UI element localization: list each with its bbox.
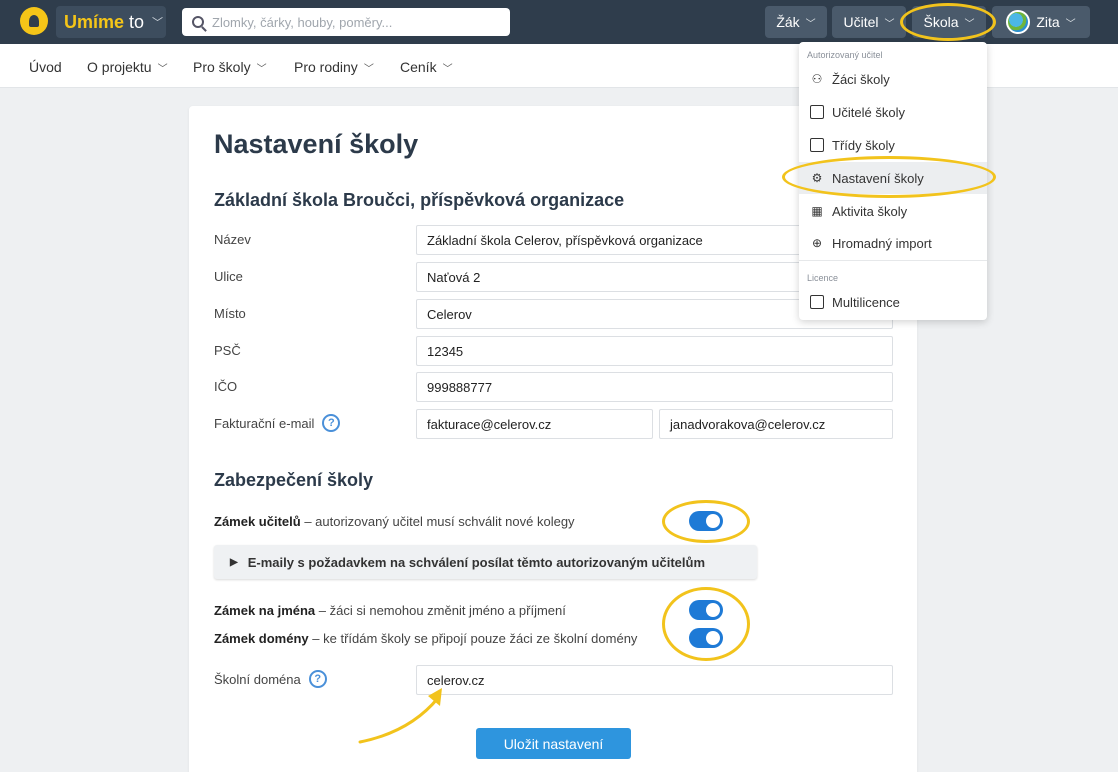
name-lock-desc: – žáci si nemohou změnit jméno a příjmen…: [315, 603, 566, 618]
save-settings-button[interactable]: Uložit nastavení: [476, 728, 631, 759]
chevron-down-icon: ﹀: [1065, 18, 1076, 30]
approval-emails-details[interactable]: ▶ E-maily s požadavkem na schválení posí…: [214, 545, 757, 579]
users-icon: ⚇: [811, 72, 823, 86]
chevron-down-icon: ﹀: [805, 18, 816, 30]
help-icon[interactable]: ?: [322, 414, 341, 432]
ico-label: IČO: [214, 379, 238, 394]
name-lock-toggle[interactable]: [689, 600, 723, 620]
name-lock-text: Zámek na jména – žáci si nemohou změnit …: [214, 603, 566, 618]
nav-pro-skoly[interactable]: Pro školy ﹀: [193, 59, 267, 75]
menu-item-aktivita-skoly[interactable]: ▦ Aktivita školy: [799, 195, 987, 227]
logo[interactable]: [20, 7, 48, 35]
school-name-heading: Základní škola Broučci, příspěvková orga…: [214, 190, 625, 210]
domain-label: Školní doména: [214, 671, 301, 687]
domain-lock-text: Zámek domény – ke třídám školy se připoj…: [214, 631, 637, 646]
menu-item-hromadny-import[interactable]: ⊕ Hromadný import: [799, 227, 987, 259]
email-label-row: Fakturační e-mail ?: [214, 414, 341, 432]
nav-pro-rodiny-label: Pro rodiny: [294, 59, 358, 75]
nav-cenik[interactable]: Ceník ﹀: [400, 59, 453, 75]
dropdown-divider: [799, 260, 987, 261]
triangle-right-icon: ▶: [230, 556, 238, 568]
menu-item-multilicence[interactable]: Multilicence: [799, 286, 987, 318]
teacher-lock-desc: – autorizovaný učitel musí schválit nové…: [300, 514, 575, 529]
brand-name-part2: to: [129, 11, 145, 32]
nav-uvod-label: Úvod: [29, 59, 62, 75]
billing-email-2-input[interactable]: janadvorakova@celerov.cz: [659, 409, 893, 439]
domain-lock-toggle[interactable]: [689, 628, 723, 648]
chevron-down-icon: ﹀: [964, 18, 975, 30]
menu-item-import-label: Hromadný import: [832, 235, 932, 251]
psc-label: PSČ: [214, 343, 241, 358]
chevron-down-icon: ﹀: [152, 17, 164, 29]
menu-item-nastaveni-label: Nastavení školy: [832, 170, 924, 186]
menu-item-zaci-label: Žáci školy: [832, 71, 890, 87]
nav-pro-skoly-label: Pro školy: [193, 59, 251, 75]
class-icon: [810, 138, 824, 152]
lightbulb-icon: [20, 7, 48, 35]
dropdown-section-authorized: Autorizovaný učitel: [807, 50, 883, 60]
arrow-annotation-icon: [358, 688, 442, 744]
billing-email-1-input[interactable]: fakturace@celerov.cz: [416, 409, 653, 439]
menu-item-tridy-skoly[interactable]: Třídy školy: [799, 129, 987, 161]
brand-name-part1: Umíme: [64, 11, 125, 32]
chevron-down-icon: ﹀: [256, 63, 267, 75]
nav-cenik-label: Ceník: [400, 59, 437, 75]
ico-input[interactable]: 999888777: [416, 372, 893, 402]
menu-item-nastaveni-skoly[interactable]: ⚙ Nastavení školy: [799, 162, 987, 194]
psc-input[interactable]: 12345: [416, 336, 893, 366]
search-box[interactable]: [182, 8, 510, 36]
nav-pro-rodiny[interactable]: Pro rodiny ﹀: [294, 59, 374, 75]
user-menu-button[interactable]: Zita ﹀: [992, 6, 1090, 38]
school-domain-input[interactable]: celerov.cz: [416, 665, 893, 695]
menu-item-multilicence-label: Multilicence: [832, 294, 900, 310]
skola-label: Škola: [923, 14, 959, 30]
ulice-label: Ulice: [214, 269, 243, 284]
domain-lock-title: Zámek domény: [214, 631, 309, 646]
gear-icon: ⚙: [811, 171, 823, 185]
ucitel-menu-button[interactable]: Učitel ﹀: [832, 6, 906, 38]
nav-o-projektu[interactable]: O projektu ﹀: [87, 59, 168, 75]
nav-o-projektu-label: O projektu: [87, 59, 152, 75]
menu-item-tridy-label: Třídy školy: [832, 137, 895, 153]
calendar-icon: [810, 295, 824, 309]
chevron-down-icon: ﹀: [442, 63, 453, 75]
nazev-label: Název: [214, 232, 251, 247]
menu-item-ucitele-label: Učitelé školy: [832, 104, 905, 120]
name-lock-title: Zámek na jména: [214, 603, 316, 618]
skola-menu-button[interactable]: Škola ﹀: [912, 6, 986, 38]
domain-lock-desc: – ke třídám školy se připojí pouze žáci …: [308, 631, 638, 646]
menu-item-ucitele-skoly[interactable]: Učitelé školy: [799, 96, 987, 128]
menu-item-zaci-skoly[interactable]: ⚇ Žáci školy: [799, 63, 987, 95]
teacher-lock-toggle[interactable]: [689, 511, 723, 531]
zak-label: Žák: [776, 14, 800, 30]
nav-uvod[interactable]: Úvod: [29, 59, 62, 75]
dropdown-section-licence: Licence: [807, 273, 839, 283]
search-input[interactable]: [212, 14, 492, 30]
help-icon[interactable]: ?: [308, 670, 327, 688]
teacher-lock-title: Zámek učitelů: [214, 514, 301, 529]
page-title: Nastavení školy: [214, 129, 419, 159]
domain-label-row: Školní doména ?: [214, 670, 327, 688]
chevron-down-icon: ﹀: [157, 63, 168, 75]
chevron-down-icon: ﹀: [884, 18, 895, 30]
activity-chart-icon: ▦: [811, 204, 823, 218]
ucitel-label: Učitel: [843, 14, 879, 30]
avatar: [1006, 10, 1031, 34]
teacher-lock-text: Zámek učitelů – autorizovaný učitel musí…: [214, 514, 575, 529]
email-label: Fakturační e-mail: [214, 415, 315, 431]
menu-item-aktivita-label: Aktivita školy: [832, 203, 908, 219]
security-heading: Zabezpečení školy: [214, 470, 374, 490]
user-name: Zita: [1036, 14, 1060, 30]
upload-circle-icon: ⊕: [811, 236, 823, 250]
zak-menu-button[interactable]: Žák ﹀: [765, 6, 827, 38]
search-icon: [192, 16, 204, 28]
teacher-badge-icon: [810, 105, 824, 119]
misto-label: Místo: [214, 306, 246, 321]
chevron-down-icon: ﹀: [363, 63, 374, 75]
approval-emails-summary: E-maily s požadavkem na schválení posíla…: [247, 554, 706, 570]
brand-menu-button[interactable]: Umíme to ﹀: [56, 6, 166, 38]
